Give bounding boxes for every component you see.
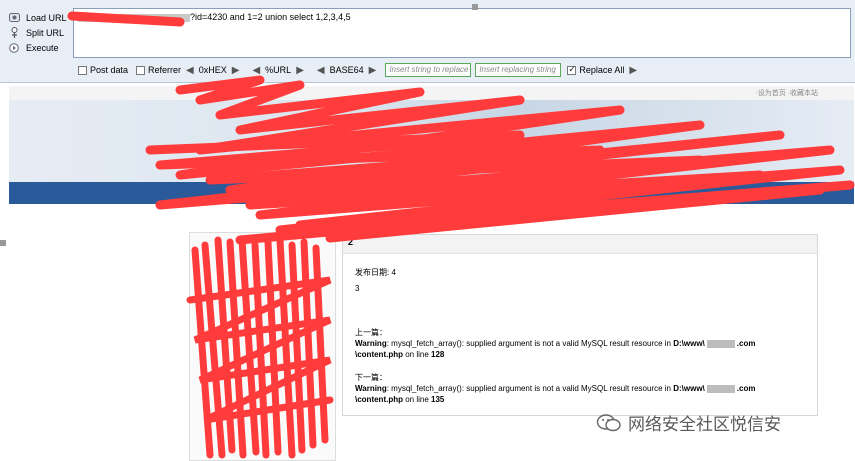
warning-path: D:\www\ xyxy=(673,384,705,393)
hackbar-options: Post data Referrer ◀ 0xHEX ▶ ◀ %URL ▶ ◀ … xyxy=(78,62,642,78)
path-mask xyxy=(706,339,735,348)
prev-label: 上一篇： xyxy=(355,328,387,337)
next-article-block: 下一篇： Warning: mysql_fetch_array(): suppl… xyxy=(355,372,815,405)
base64-decode-arrow-icon[interactable]: ◀ xyxy=(317,65,325,76)
split-url-button[interactable]: Split URL xyxy=(8,25,72,40)
execute-label: Execute xyxy=(26,42,59,53)
hex-decode-arrow-icon[interactable]: ◀ xyxy=(186,65,194,76)
warning-file: \content.php xyxy=(355,350,403,359)
load-url-button[interactable]: Load URL xyxy=(8,10,72,25)
on-line-text: on line xyxy=(403,395,432,404)
replacing-string-input[interactable]: Insert replacing string xyxy=(475,63,562,77)
next-warning-file: \content.php on line 135 xyxy=(355,394,815,405)
url-encoding-label[interactable]: %URL xyxy=(265,65,291,75)
execute-button[interactable]: Execute xyxy=(8,40,72,55)
article-body: 3 xyxy=(355,284,360,293)
topbar-links[interactable]: ·设为首页 ·收藏本站 xyxy=(755,88,818,98)
warning-path-end: .com xyxy=(736,339,756,348)
url-text: ?id=4230 and 1=2 union select 1,2,3,4,5 xyxy=(190,12,351,22)
site-navbar xyxy=(9,182,854,204)
load-url-label: Load URL xyxy=(26,12,67,23)
warning-path-end: .com xyxy=(736,384,756,393)
selection-handle-top xyxy=(472,4,478,10)
watermark: 网络安全社区悦信安 xyxy=(596,410,781,435)
split-url-label: Split URL xyxy=(26,27,65,38)
base64-encoding-label[interactable]: BASE64 xyxy=(330,65,364,75)
url-input[interactable]: ?id=4230 and 1=2 union select 1,2,3,4,5 xyxy=(73,8,851,58)
url-obscured-part xyxy=(78,13,190,22)
replace-string-input[interactable]: Insert string to replace xyxy=(385,63,472,77)
split-url-icon xyxy=(8,26,20,39)
topbar-date: 年4月 星期六 xyxy=(237,90,278,97)
url-encode-arrow-icon[interactable]: ▶ xyxy=(296,65,304,76)
prev-warning-file: \content.php on line 128 xyxy=(355,349,815,360)
replace-arrow-icon[interactable]: ▶ xyxy=(629,65,637,76)
hackbar-toolbar: Load URL Split URL Execute ?id=4230 and … xyxy=(0,0,855,83)
selection-handle-left xyxy=(0,240,6,246)
replace-all-label: Replace All xyxy=(579,65,625,75)
base64-encode-arrow-icon[interactable]: ▶ xyxy=(369,65,377,76)
prev-line-number: 128 xyxy=(431,350,445,359)
article-panel: 2 发布日期: 4 3 上一篇： Warning: mysql_fetch_ar… xyxy=(342,234,818,416)
hex-encode-arrow-icon[interactable]: ▶ xyxy=(232,65,240,76)
path-mask xyxy=(706,384,735,393)
referrer-label: Referrer xyxy=(148,65,182,75)
sidebar-panel xyxy=(189,232,336,461)
warning-path: D:\www\ xyxy=(673,339,705,348)
next-line-number: 135 xyxy=(431,395,445,404)
replace-all-checkbox[interactable] xyxy=(567,64,577,75)
load-url-icon xyxy=(8,12,20,24)
post-data-label: Post data xyxy=(90,65,129,75)
prev-article-block: 上一篇： Warning: mysql_fetch_array(): suppl… xyxy=(355,327,815,360)
hackbar-actions: Load URL Split URL Execute xyxy=(8,10,72,55)
url-decode-arrow-icon[interactable]: ◀ xyxy=(252,65,260,76)
next-label: 下一篇： xyxy=(355,373,387,382)
warning-message: : mysql_fetch_array(): supplied argument… xyxy=(386,384,674,393)
warning-message: : mysql_fetch_array(): supplied argument… xyxy=(386,339,674,348)
hex-encoding-label[interactable]: 0xHEX xyxy=(199,65,227,75)
prev-warning: Warning: mysql_fetch_array(): supplied a… xyxy=(355,338,815,349)
next-warning: Warning: mysql_fetch_array(): supplied a… xyxy=(355,383,815,394)
execute-icon xyxy=(8,42,20,54)
post-data-checkbox[interactable] xyxy=(78,65,87,75)
wechat-icon xyxy=(596,413,621,431)
warning-label: Warning xyxy=(355,339,387,348)
site-banner xyxy=(9,100,854,182)
warning-file: \content.php xyxy=(355,395,403,404)
referrer-checkbox[interactable] xyxy=(136,65,146,75)
publish-date: 发布日期: 4 xyxy=(355,268,396,277)
warning-label: Warning xyxy=(355,384,387,393)
on-line-text: on line xyxy=(403,350,432,359)
site-topbar: 年4月 星期六 ·设为首页 ·收藏本站 xyxy=(9,86,854,100)
article-title: 2 xyxy=(343,235,817,254)
web-page: 年4月 星期六 ·设为首页 ·收藏本站 2 发布日期: 4 3 上一篇： War… xyxy=(9,86,854,461)
watermark-text: 网络安全社区悦信安 xyxy=(628,415,781,434)
